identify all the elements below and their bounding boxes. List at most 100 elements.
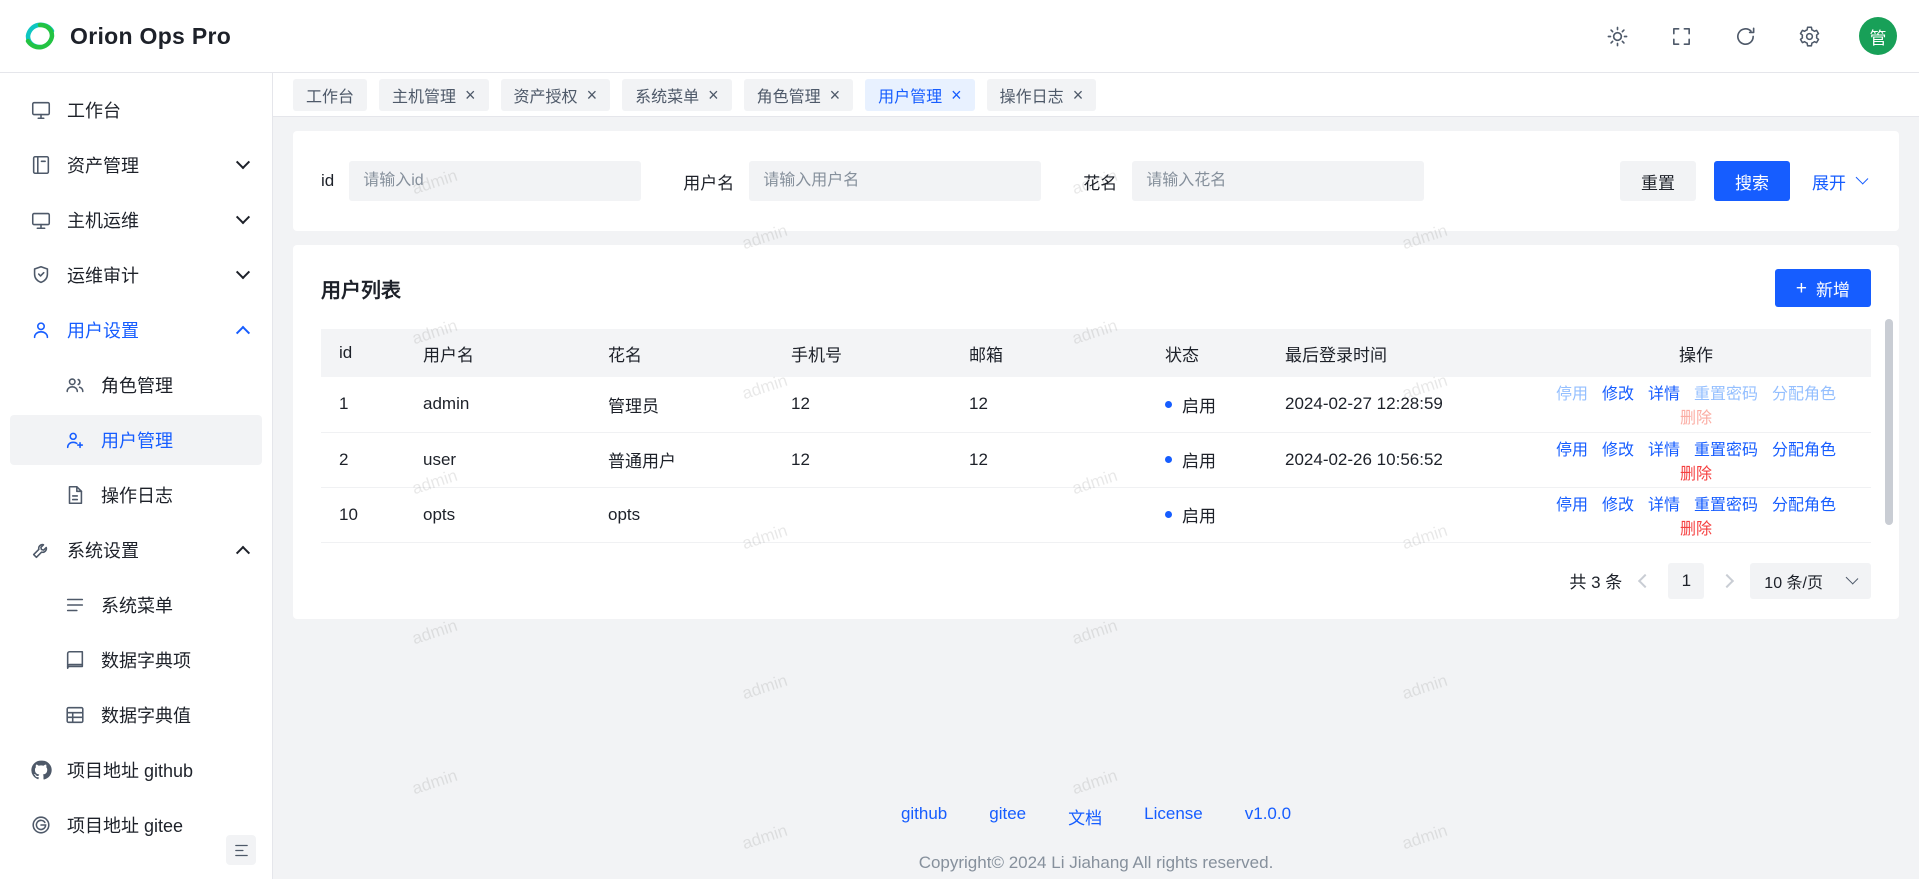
action-assign-role[interactable]: 分配角色	[1772, 442, 1836, 459]
sidebar-item-data-dict-value[interactable]: 数据字典值	[10, 690, 262, 740]
page-size-select[interactable]: 10 条/页	[1750, 563, 1871, 599]
table-row: 2 user 普通用户 12 12 启用 2024-02-26 10:56:52…	[321, 432, 1871, 487]
close-icon[interactable]: ×	[830, 86, 841, 104]
action-assign-role[interactable]: 分配角色	[1772, 497, 1836, 514]
brand: Orion Ops Pro	[22, 18, 231, 54]
user-table: id 用户名 花名 手机号 邮箱 状态 最后登录时间 操作	[321, 329, 1871, 543]
action-disable: 停用	[1556, 386, 1588, 403]
cell-email: 12	[957, 432, 1153, 487]
sidebar-collapse-button[interactable]	[226, 835, 256, 865]
tab-operation-log[interactable]: 操作日志×	[987, 79, 1097, 111]
user-list-card: 用户列表 + 新增 id	[293, 245, 1899, 619]
action-detail[interactable]: 详情	[1648, 386, 1680, 403]
footer-links: github gitee 文档 License v1.0.0	[293, 804, 1899, 829]
close-icon[interactable]: ×	[465, 86, 476, 104]
sidebar-item-data-dict-item[interactable]: 数据字典项	[10, 635, 262, 685]
sidebar-item-asset-management[interactable]: 资产管理	[10, 140, 262, 190]
table-scrollbar[interactable]	[1885, 319, 1893, 525]
tab-host-management[interactable]: 主机管理×	[379, 79, 489, 111]
action-detail[interactable]: 详情	[1648, 497, 1680, 514]
close-icon[interactable]: ×	[951, 86, 962, 104]
settings-button[interactable]	[1795, 22, 1823, 50]
filter-field-username: 用户名	[683, 161, 1041, 201]
close-icon[interactable]: ×	[1073, 86, 1084, 104]
action-disable[interactable]: 停用	[1556, 442, 1588, 459]
action-edit[interactable]: 修改	[1602, 442, 1634, 459]
sidebar-item-user-settings[interactable]: 用户设置	[10, 305, 262, 355]
footer-link-docs[interactable]: 文档	[1068, 804, 1102, 829]
action-delete: 删除	[1680, 410, 1712, 427]
tab-label: 系统菜单	[635, 83, 699, 107]
app-title: Orion Ops Pro	[70, 23, 231, 50]
cell-username: opts	[411, 487, 596, 542]
search-button[interactable]: 搜索	[1714, 161, 1790, 201]
cell-phone: 12	[779, 432, 957, 487]
action-delete[interactable]: 删除	[1680, 466, 1712, 483]
sidebar-item-host-ops[interactable]: 主机运维	[10, 195, 262, 245]
main-area: 工作台 主机管理× 资产授权× 系统菜单 × 角色管理× 用户管理×	[273, 73, 1919, 879]
cell-last-login	[1273, 487, 1521, 542]
sidebar-item-label: 角色管理	[101, 372, 173, 398]
cell-email: 12	[957, 377, 1153, 432]
footer-link-github[interactable]: github	[901, 804, 947, 829]
tab-system-menu[interactable]: 系统菜单 ×	[622, 79, 732, 111]
next-page-button[interactable]	[1720, 573, 1734, 587]
sidebar-item-user-management[interactable]: 用户管理	[10, 415, 262, 465]
cell-actions: 停用修改详情重置密码分配角色删除	[1521, 432, 1871, 487]
plus-icon: +	[1796, 279, 1807, 298]
action-edit[interactable]: 修改	[1602, 497, 1634, 514]
filter-label: 用户名	[683, 169, 734, 194]
sidebar-item-system-settings[interactable]: 系统设置	[10, 525, 262, 575]
asset-book-icon	[30, 154, 52, 176]
app-logo-icon	[22, 18, 58, 54]
refresh-button[interactable]	[1731, 22, 1759, 50]
status-dot	[1165, 401, 1172, 408]
pagination: 共 3 条 1 10 条/页	[321, 563, 1871, 599]
sidebar-item-workbench[interactable]: 工作台	[10, 85, 262, 135]
action-reset-password[interactable]: 重置密码	[1694, 497, 1758, 514]
footer-link-version[interactable]: v1.0.0	[1245, 804, 1291, 829]
cell-id: 10	[321, 487, 411, 542]
content-area: id 用户名 花名 重置 搜索 展开	[273, 117, 1919, 879]
action-edit[interactable]: 修改	[1602, 386, 1634, 403]
chevron-down-icon	[1856, 172, 1869, 185]
footer-link-license[interactable]: License	[1144, 804, 1203, 829]
tab-asset-auth[interactable]: 资产授权×	[501, 79, 611, 111]
user-avatar[interactable]: 管	[1859, 17, 1897, 55]
sidebar-item-label: 用户设置	[67, 317, 139, 343]
action-delete[interactable]: 删除	[1680, 521, 1712, 538]
cell-phone	[779, 487, 957, 542]
cell-status: 启用	[1153, 432, 1273, 487]
theme-toggle-button[interactable]	[1603, 22, 1631, 50]
sidebar-item-operation-log[interactable]: 操作日志	[10, 470, 262, 520]
tab-role-management[interactable]: 角色管理×	[744, 79, 854, 111]
close-icon[interactable]: ×	[708, 86, 719, 104]
add-user-button[interactable]: + 新增	[1775, 269, 1871, 307]
cell-id: 2	[321, 432, 411, 487]
username-input[interactable]	[749, 161, 1041, 201]
gitee-icon	[30, 814, 52, 836]
action-reset-password[interactable]: 重置密码	[1694, 442, 1758, 459]
cell-status: 启用	[1153, 377, 1273, 432]
cell-nickname: 管理员	[596, 377, 779, 432]
page-number-button[interactable]: 1	[1668, 563, 1704, 599]
expand-button[interactable]: 展开	[1808, 161, 1871, 201]
tab-workbench[interactable]: 工作台	[293, 79, 367, 111]
close-icon[interactable]: ×	[587, 86, 598, 104]
prev-page-button[interactable]	[1638, 573, 1652, 587]
sidebar-item-role-management[interactable]: 角色管理	[10, 360, 262, 410]
sidebar-item-github[interactable]: 项目地址 github	[10, 745, 262, 795]
footer-link-gitee[interactable]: gitee	[989, 804, 1026, 829]
filter-label: id	[321, 171, 334, 191]
wrench-icon	[30, 539, 52, 561]
sidebar-item-system-menu[interactable]: 系统菜单	[10, 580, 262, 630]
fullscreen-button[interactable]	[1667, 22, 1695, 50]
sidebar-item-gitee[interactable]: 项目地址 gitee	[10, 800, 262, 850]
id-input[interactable]	[349, 161, 641, 201]
action-detail[interactable]: 详情	[1648, 442, 1680, 459]
sidebar-item-ops-audit[interactable]: 运维审计	[10, 250, 262, 300]
reset-button[interactable]: 重置	[1620, 161, 1696, 201]
tab-user-management[interactable]: 用户管理×	[865, 79, 975, 111]
action-disable[interactable]: 停用	[1556, 497, 1588, 514]
nickname-input[interactable]	[1132, 161, 1424, 201]
